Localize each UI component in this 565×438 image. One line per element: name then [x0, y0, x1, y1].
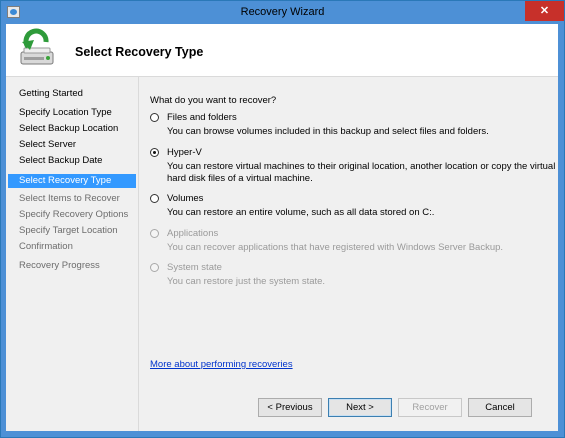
more-about-recoveries-link[interactable]: More about performing recoveries	[150, 359, 293, 370]
option-description: You can restore just the system state.	[167, 276, 326, 287]
option-label[interactable]: Hyper-V	[167, 147, 202, 158]
radio-volumes[interactable]	[150, 194, 159, 203]
step-specify-target-location: Specify Target Location	[19, 225, 118, 236]
previous-button[interactable]: < Previous	[258, 398, 322, 417]
option-label: System state	[167, 262, 222, 273]
step-select-items-to-recover: Select Items to Recover	[19, 193, 120, 204]
option-description: You can recover applications that have r…	[167, 242, 504, 253]
main-pane: What do you want to recover? Files and f…	[138, 77, 558, 431]
step-select-recovery-type[interactable]: Select Recovery Type	[8, 174, 136, 188]
step-select-backup-location[interactable]: Select Backup Location	[8, 122, 136, 136]
step-confirmation: Confirmation	[19, 241, 73, 252]
option-description: You can restore an entire volume, such a…	[167, 207, 435, 218]
step-specify-recovery-options: Specify Recovery Options	[19, 209, 129, 220]
step-specify-location-type[interactable]: Specify Location Type	[8, 106, 136, 120]
step-select-server[interactable]: Select Server	[8, 138, 136, 152]
step-getting-started[interactable]: Getting Started	[8, 87, 136, 101]
wizard-window: Recovery Wizard ✕ Select Recovery Type G…	[0, 0, 565, 438]
recover-button: Recover	[398, 398, 462, 417]
option-label[interactable]: Files and folders	[167, 112, 237, 123]
option-description: You can browse volumes included in this …	[167, 126, 489, 137]
window-title: Recovery Wizard	[240, 6, 325, 18]
radio-hyper-v[interactable]	[150, 148, 159, 157]
option-label[interactable]: Volumes	[167, 193, 203, 204]
option-description: You can restore virtual machines to thei…	[167, 161, 556, 184]
option-label: Applications	[167, 228, 219, 239]
steps-pane: Getting Started Specify Location Type Se…	[6, 77, 138, 431]
radio-files-and-folders[interactable]	[150, 113, 159, 122]
next-button[interactable]: Next >	[328, 398, 392, 417]
backup-wizard-icon	[20, 28, 54, 65]
wizard-header: Select Recovery Type	[6, 24, 558, 76]
radio-system-state	[150, 263, 159, 272]
close-button[interactable]: ✕	[525, 1, 564, 21]
title-bar[interactable]: Recovery Wizard ✕	[1, 1, 564, 24]
step-select-backup-date[interactable]: Select Backup Date	[8, 154, 136, 168]
wizard-body: Getting Started Specify Location Type Se…	[6, 76, 558, 431]
radio-applications	[150, 229, 159, 238]
recover-question: What do you want to recover?	[150, 95, 277, 106]
step-recovery-progress: Recovery Progress	[19, 260, 100, 271]
cancel-button[interactable]: Cancel	[468, 398, 532, 417]
page-title: Select Recovery Type	[75, 45, 204, 59]
